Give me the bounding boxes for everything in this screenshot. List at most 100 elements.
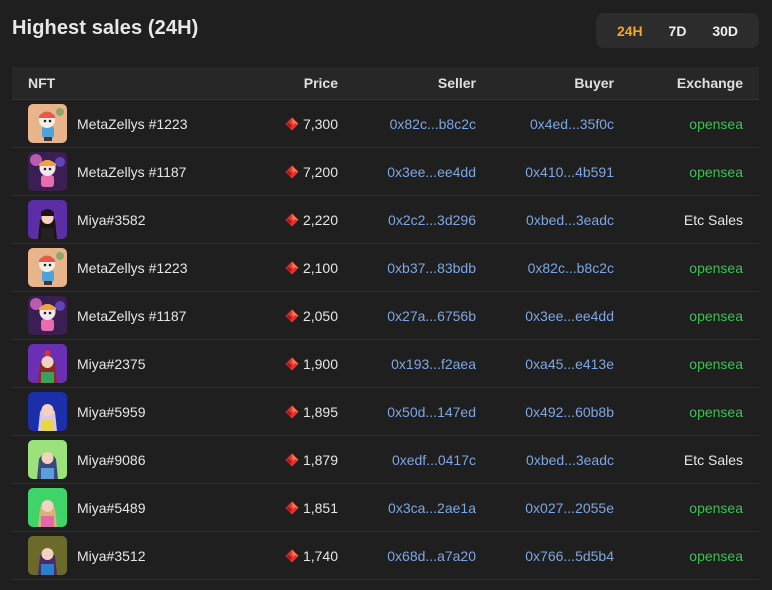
price-cell: 7,300 [232, 116, 338, 132]
table-row[interactable]: MetaZellys #1187 2,050 0x27a...6756b 0x3… [12, 292, 759, 340]
column-header-exchange: Exchange [676, 75, 743, 91]
nft-name[interactable]: Miya#3512 [77, 548, 146, 564]
nft-thumbnail[interactable] [28, 344, 67, 383]
exchange-name[interactable]: opensea [689, 356, 743, 372]
seller-cell: 0x3ca...2ae1a [338, 500, 476, 516]
page-title: Highest sales (24H) [12, 17, 199, 39]
seller-address[interactable]: 0xb37...83bdb [387, 260, 476, 276]
table-row[interactable]: Miya#2375 1,900 0x193...f2aea 0xa45...e4… [12, 340, 759, 388]
buyer-cell: 0x410...4b591 [476, 164, 614, 180]
buyer-address[interactable]: 0x492...60b8b [525, 404, 614, 420]
nft-thumbnail[interactable] [28, 440, 67, 479]
price-value: 7,300 [302, 115, 338, 132]
exchange-name[interactable]: opensea [689, 260, 743, 276]
buyer-address[interactable]: 0x027...2055e [525, 500, 614, 516]
nft-name[interactable]: Miya#5959 [77, 404, 146, 420]
table-row[interactable]: Miya#9086 1,879 0xedf...0417c 0xbed...3e… [12, 436, 759, 484]
buyer-address[interactable]: 0x4ed...35f0c [530, 116, 614, 132]
nft-cell: Miya#2375 [12, 344, 232, 383]
seller-cell: 0x2c2...3d296 [338, 212, 476, 228]
nft-cell: MetaZellys #1187 [12, 152, 232, 191]
nft-cell: MetaZellys #1223 [12, 104, 232, 143]
exchange-cell: Etc Sales [614, 452, 743, 468]
seller-cell: 0x193...f2aea [338, 356, 476, 372]
seller-address[interactable]: 0x50d...147ed [387, 404, 476, 420]
exchange-cell: opensea [614, 308, 743, 324]
seller-address[interactable]: 0x3ca...2ae1a [388, 500, 476, 516]
nft-name[interactable]: Miya#9086 [77, 452, 146, 468]
klay-token-icon [285, 117, 299, 130]
nft-thumbnail[interactable] [28, 296, 67, 335]
exchange-name[interactable]: opensea [689, 548, 743, 564]
nft-name[interactable]: Miya#5489 [77, 500, 146, 516]
exchange-name[interactable]: opensea [689, 404, 743, 420]
exchange-name[interactable]: Etc Sales [684, 452, 743, 468]
buyer-cell: 0x492...60b8b [476, 404, 614, 420]
exchange-name[interactable]: opensea [689, 116, 743, 132]
tab-30d[interactable]: 30D [706, 19, 744, 43]
buyer-address[interactable]: 0xbed...3eadc [526, 212, 614, 228]
price-cell: 1,895 [232, 404, 338, 420]
seller-address[interactable]: 0xedf...0417c [392, 452, 476, 468]
buyer-cell: 0x027...2055e [476, 500, 614, 516]
price-cell: 7,200 [232, 164, 338, 180]
exchange-cell: opensea [614, 548, 743, 564]
seller-address[interactable]: 0x27a...6756b [387, 308, 476, 324]
nft-cell: Miya#9086 [12, 440, 232, 479]
nft-name[interactable]: MetaZellys #1187 [77, 164, 186, 180]
buyer-address[interactable]: 0x410...4b591 [525, 164, 614, 180]
klay-token-icon [285, 549, 299, 562]
column-header-seller: Seller [437, 75, 476, 91]
seller-cell: 0x68d...a7a20 [338, 548, 476, 564]
buyer-address[interactable]: 0x3ee...ee4dd [525, 308, 614, 324]
nft-thumbnail[interactable] [28, 488, 67, 527]
table-row[interactable]: MetaZellys #1187 7,200 0x3ee...ee4dd 0x4… [12, 148, 759, 196]
price-cell: 2,100 [232, 260, 338, 276]
nft-thumbnail[interactable] [28, 152, 67, 191]
nft-thumbnail[interactable] [28, 392, 67, 431]
price-cell: 1,851 [232, 500, 338, 516]
buyer-address[interactable]: 0x82c...b8c2c [528, 260, 614, 276]
column-header-buyer: Buyer [574, 75, 614, 91]
seller-cell: 0x27a...6756b [338, 308, 476, 324]
nft-name[interactable]: MetaZellys #1223 [77, 116, 188, 132]
nft-name[interactable]: Miya#2375 [77, 356, 146, 372]
table-row[interactable]: Miya#3512 1,740 0x68d...a7a20 0x766...5d… [12, 532, 759, 580]
nft-name[interactable]: MetaZellys #1223 [77, 260, 188, 276]
exchange-cell: opensea [614, 404, 743, 420]
table-row[interactable]: MetaZellys #1223 2,100 0xb37...83bdb 0x8… [12, 244, 759, 292]
nft-name[interactable]: MetaZellys #1187 [77, 308, 186, 324]
buyer-address[interactable]: 0xa45...e413e [525, 356, 614, 372]
seller-address[interactable]: 0x193...f2aea [391, 356, 476, 372]
seller-address[interactable]: 0x3ee...ee4dd [387, 164, 476, 180]
seller-address[interactable]: 0x2c2...3d296 [388, 212, 476, 228]
seller-address[interactable]: 0x82c...b8c2c [390, 116, 476, 132]
table-row[interactable]: Miya#5959 1,895 0x50d...147ed 0x492...60… [12, 388, 759, 436]
exchange-cell: opensea [614, 260, 743, 276]
tab-24h[interactable]: 24H [611, 19, 649, 43]
exchange-name[interactable]: Etc Sales [684, 212, 743, 228]
nft-cell: MetaZellys #1223 [12, 248, 232, 287]
exchange-name[interactable]: opensea [689, 164, 743, 180]
price-cell: 2,050 [232, 308, 338, 324]
nft-thumbnail[interactable] [28, 104, 67, 143]
exchange-name[interactable]: opensea [689, 500, 743, 516]
tab-7d[interactable]: 7D [663, 19, 693, 43]
column-header-nft: NFT [28, 75, 56, 91]
price-cell: 1,879 [232, 452, 338, 468]
table-row[interactable]: MetaZellys #1223 7,300 0x82c...b8c2c 0x4… [12, 100, 759, 148]
exchange-name[interactable]: opensea [689, 308, 743, 324]
table-body: MetaZellys #1223 7,300 0x82c...b8c2c 0x4… [12, 100, 759, 580]
nft-name[interactable]: Miya#3582 [77, 212, 146, 228]
nft-thumbnail[interactable] [28, 248, 67, 287]
seller-address[interactable]: 0x68d...a7a20 [387, 548, 476, 564]
nft-cell: MetaZellys #1187 [12, 296, 232, 335]
table-row[interactable]: Miya#5489 1,851 0x3ca...2ae1a 0x027...20… [12, 484, 759, 532]
table-row[interactable]: Miya#3582 2,220 0x2c2...3d296 0xbed...3e… [12, 196, 759, 244]
price-value: 1,740 [302, 547, 338, 564]
nft-thumbnail[interactable] [28, 536, 67, 575]
nft-thumbnail[interactable] [28, 200, 67, 239]
klay-token-icon [285, 501, 299, 514]
buyer-address[interactable]: 0xbed...3eadc [526, 452, 614, 468]
buyer-address[interactable]: 0x766...5d5b4 [525, 548, 614, 564]
